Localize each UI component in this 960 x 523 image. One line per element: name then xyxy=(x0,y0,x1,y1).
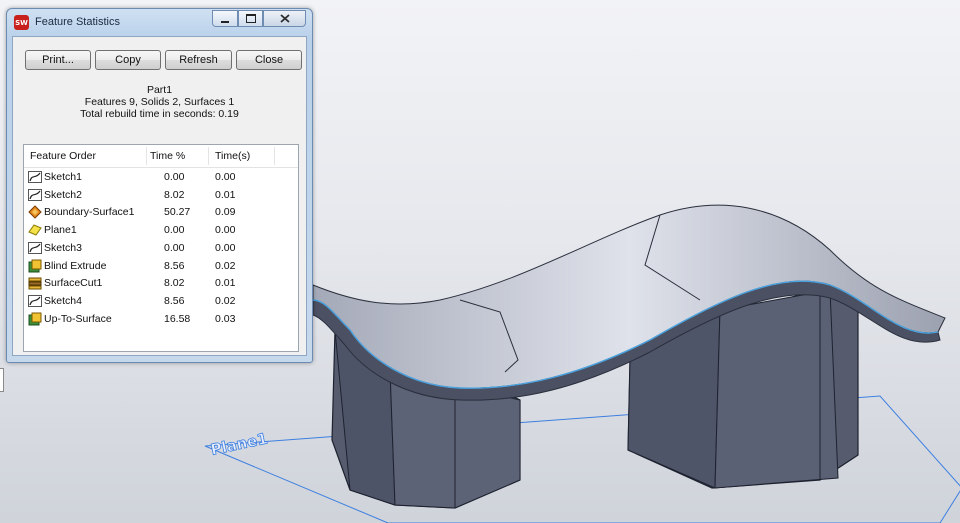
table-row[interactable]: Blind Extrude 8.56 0.02 xyxy=(24,258,298,275)
table-row[interactable]: Up-To-Surface 16.58 0.03 xyxy=(24,311,298,328)
feature-name: Up-To-Surface xyxy=(44,312,112,325)
list-header: Feature Order Time % Time(s) xyxy=(24,145,298,168)
minimize-icon xyxy=(221,20,229,23)
time-seconds: 0.00 xyxy=(215,171,236,183)
dialog-body: Print... Copy Refresh Close Part1 Featur… xyxy=(12,36,307,356)
feature-name: Sketch3 xyxy=(44,241,82,254)
panel-edge-tab[interactable] xyxy=(0,368,4,392)
print-button[interactable]: Print... xyxy=(25,50,91,70)
close-window-button[interactable] xyxy=(263,10,306,27)
feature-statistics-dialog[interactable]: SW Feature Statistics Print... Copy Refr… xyxy=(6,8,313,363)
summary-info: Part1 Features 9, Solids 2, Surfaces 1 T… xyxy=(13,84,306,120)
maximize-icon xyxy=(245,14,256,23)
feature-name: Blind Extrude xyxy=(44,259,107,272)
column-header-time-pct[interactable]: Time % xyxy=(150,150,185,162)
extrude-icon xyxy=(28,312,42,326)
feature-name: Sketch1 xyxy=(44,171,82,183)
table-row[interactable]: Sketch2 8.02 0.01 xyxy=(24,187,298,204)
time-percent: 16.58 xyxy=(164,312,191,325)
table-row[interactable]: SurfaceCut1 8.02 0.01 xyxy=(24,275,298,292)
feature-name: SurfaceCut1 xyxy=(44,277,103,290)
table-row[interactable]: Plane1 0.00 0.00 xyxy=(24,222,298,239)
rebuild-time: Total rebuild time in seconds: 0.19 xyxy=(80,108,239,120)
window-title: Feature Statistics xyxy=(35,16,120,28)
time-seconds: 0.02 xyxy=(215,259,236,272)
time-seconds: 0.00 xyxy=(215,241,236,254)
time-seconds: 0.00 xyxy=(215,224,236,237)
surface-cut-icon xyxy=(28,276,42,290)
time-percent: 8.02 xyxy=(164,188,185,201)
feature-name: Plane1 xyxy=(44,224,77,237)
maximize-button[interactable] xyxy=(238,10,263,27)
sketch-icon xyxy=(28,241,42,255)
feature-name: Sketch4 xyxy=(44,294,82,307)
button-row: Print... Copy Refresh Close xyxy=(25,50,302,70)
time-seconds: 0.02 xyxy=(215,294,236,307)
time-percent: 0.00 xyxy=(164,171,185,183)
minimize-button[interactable] xyxy=(212,10,238,27)
time-percent: 8.56 xyxy=(164,294,185,307)
time-seconds: 0.01 xyxy=(215,277,236,290)
part-name: Part1 xyxy=(146,84,173,96)
sketch-icon xyxy=(28,294,42,308)
column-header-time-s[interactable]: Time(s) xyxy=(215,150,250,162)
time-seconds: 0.09 xyxy=(215,206,236,219)
plane-icon xyxy=(28,223,42,237)
time-percent: 0.00 xyxy=(164,241,185,254)
feature-list[interactable]: Feature Order Time % Time(s) Sketch1 0.00… xyxy=(23,144,299,352)
feature-name: Sketch2 xyxy=(44,188,82,201)
close-icon xyxy=(279,14,290,23)
time-percent: 50.27 xyxy=(164,206,191,219)
time-seconds: 0.03 xyxy=(215,312,236,325)
time-percent: 0.00 xyxy=(164,224,185,237)
time-percent: 8.02 xyxy=(164,277,185,290)
solidworks-logo-icon: SW xyxy=(14,15,29,30)
sketch-icon xyxy=(28,188,42,202)
title-bar[interactable]: SW Feature Statistics xyxy=(7,9,312,35)
feature-counts: Features 9, Solids 2, Surfaces 1 xyxy=(84,96,235,108)
plane-label: Plane1 xyxy=(209,429,269,459)
column-header-feature-order[interactable]: Feature Order xyxy=(30,150,96,162)
table-row[interactable]: Sketch1 0.00 0.00 xyxy=(24,169,298,186)
table-row[interactable]: Sketch3 0.00 0.00 xyxy=(24,240,298,257)
table-row[interactable]: Sketch4 8.56 0.02 xyxy=(24,293,298,310)
close-button[interactable]: Close xyxy=(236,50,302,70)
feature-name: Boundary-Surface1 xyxy=(44,206,135,219)
time-percent: 8.56 xyxy=(164,259,185,272)
sketch-icon xyxy=(28,170,42,184)
table-row[interactable]: Boundary-Surface1 50.27 0.09 xyxy=(24,204,298,221)
copy-button[interactable]: Copy xyxy=(95,50,161,70)
extrude-icon xyxy=(28,259,42,273)
refresh-button[interactable]: Refresh xyxy=(165,50,232,70)
time-seconds: 0.01 xyxy=(215,188,236,201)
boundary-surface-icon xyxy=(28,205,42,220)
